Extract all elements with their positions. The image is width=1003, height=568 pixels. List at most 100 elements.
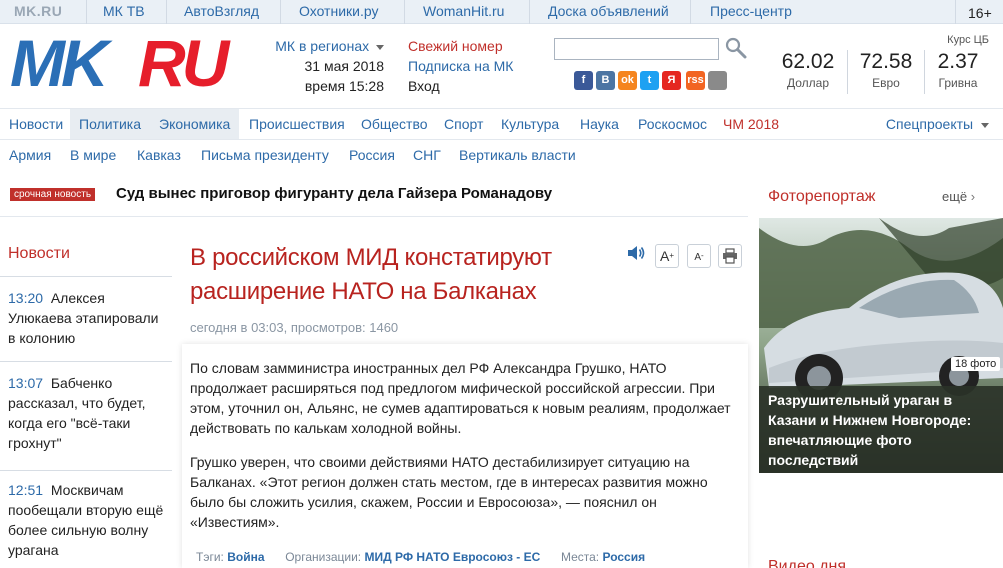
news-text: грохнут": [8, 435, 62, 451]
font-increase-button[interactable]: A+: [655, 244, 679, 268]
text-line: «Известиям».: [190, 514, 280, 530]
vk-icon[interactable]: B: [596, 71, 615, 90]
org-links[interactable]: МИД РФ НАТО Евросоюз - ЕС: [364, 550, 540, 564]
article-title-line: В российском МИД констатируют: [190, 244, 552, 271]
text-line: Балканах. «Этот регион должен стать мест…: [190, 474, 708, 490]
news-text: пообещали вторую ещё: [8, 502, 164, 518]
facebook-icon[interactable]: f: [574, 71, 593, 90]
font-decrease-button[interactable]: A-: [687, 244, 711, 268]
special-projects-label: Спецпроекты: [885, 116, 974, 132]
rate-uah: 2.37 Гривна: [922, 50, 994, 92]
nav-item-incidents[interactable]: Происшествия: [240, 109, 354, 139]
photoreport-more-link[interactable]: ещё ›: [942, 189, 975, 204]
search-input[interactable]: [554, 38, 719, 60]
chevron-right-icon: ›: [970, 189, 976, 204]
nav-item-roscosmos[interactable]: Роскосмос: [629, 109, 716, 139]
news-text: более сильную волну: [8, 522, 149, 538]
yandex-icon[interactable]: Я: [662, 71, 681, 90]
orgs-label: Организации:: [285, 550, 362, 564]
site-link-doska[interactable]: Доска объявлений: [548, 3, 669, 19]
search-button[interactable]: [724, 37, 748, 61]
news-time: 12:51: [8, 482, 44, 498]
text-line: этом, уточнил он, Альянс, не сумев адапт…: [190, 400, 731, 416]
news-text: когда его "всё-таки: [8, 415, 131, 431]
divider: [0, 276, 172, 277]
subscribe-link[interactable]: Подписка на МК: [408, 58, 513, 74]
nav-item-politics[interactable]: Политика: [70, 109, 150, 139]
divider: [847, 50, 848, 94]
site-link-avtovzglyad[interactable]: АвтоВзгляд: [184, 3, 259, 19]
place-link[interactable]: Россия: [602, 550, 645, 564]
printer-icon: [723, 248, 737, 264]
subnav-item-world[interactable]: В мире: [70, 140, 116, 170]
article-paragraph: По словам замминистра иностранных дел РФ…: [190, 358, 742, 438]
news-item[interactable]: 13:20 Алексея Улюкаева этапировали в кол…: [8, 288, 168, 348]
rate-name: Доллар: [786, 76, 830, 90]
regions-dropdown[interactable]: МК в регионах: [275, 38, 369, 54]
nav-item-world-cup[interactable]: ЧМ 2018: [714, 109, 788, 139]
nav-item-science[interactable]: Наука: [571, 109, 628, 139]
subnav-item-russia[interactable]: Россия: [349, 140, 395, 170]
photoreport-caption[interactable]: Разрушительный ураган в Казани и Нижнем …: [768, 390, 990, 470]
site-logo[interactable]: MK RU: [10, 30, 250, 96]
divider: [529, 0, 530, 24]
text-line: действовать по калькам холодной войны.: [190, 420, 462, 436]
rss-icon[interactable]: rss: [686, 71, 705, 90]
nav-item-culture[interactable]: Культура: [492, 109, 568, 139]
site-link-press-center[interactable]: Пресс-центр: [710, 3, 792, 19]
rate-name: Евро: [872, 76, 900, 90]
subnav-item-letters[interactable]: Письма президенту: [201, 140, 329, 170]
rate-value: 62.02: [781, 50, 835, 73]
sub-nav: Армия В мире Кавказ Письма президенту Ро…: [0, 140, 1003, 170]
news-time: 13:20: [8, 290, 44, 306]
article-title-line: расширение НАТО на Балканах: [190, 278, 537, 305]
subnav-item-cis[interactable]: СНГ: [413, 140, 441, 170]
nav-item-society[interactable]: Общество: [352, 109, 437, 139]
text-line: По словам замминистра иностранных дел РФ…: [190, 360, 667, 376]
logo-ru-text: RU: [138, 26, 229, 100]
news-time: 13:07: [8, 375, 44, 391]
print-button[interactable]: [718, 244, 742, 268]
site-link-ohotniki[interactable]: Охотники.ру: [299, 3, 378, 19]
news-text: Бабченко: [50, 375, 113, 391]
news-heading[interactable]: Новости: [8, 245, 70, 263]
nav-item-economy[interactable]: Экономика: [150, 109, 240, 139]
news-item[interactable]: 12:51 Москвичам пообещали вторую ещё бол…: [8, 480, 168, 560]
login-link[interactable]: Вход: [408, 78, 440, 94]
nav-item-news[interactable]: Новости: [0, 109, 72, 139]
site-link-mkru[interactable]: MK.RU: [14, 3, 62, 19]
listen-button[interactable]: [624, 244, 648, 268]
news-text: Москвичам: [50, 482, 124, 498]
nav-item-sport[interactable]: Спорт: [435, 109, 492, 139]
subnav-item-power[interactable]: Вертикаль власти: [459, 140, 576, 170]
minus-icon: -: [701, 251, 704, 260]
plus-icon: +: [669, 251, 674, 260]
article-meta: сегодня в 03:03, просмотров: 1460: [190, 320, 399, 335]
tag-link[interactable]: Война: [227, 550, 264, 564]
article-tags: Тэги: Война Организации: МИД РФ НАТО Евр…: [196, 550, 645, 564]
urgent-news-link[interactable]: Суд вынес приговор фигуранту дела Гайзер…: [116, 184, 552, 204]
news-item[interactable]: 13:07 Бабченко рассказал, что будет, ког…: [8, 373, 168, 453]
subnav-item-caucasus[interactable]: Кавказ: [137, 140, 181, 170]
site-link-womanhit[interactable]: WomanHit.ru: [423, 3, 504, 19]
site-link-mktv[interactable]: МК ТВ: [103, 3, 145, 19]
apple-icon[interactable]: [708, 71, 727, 90]
top-sites-bar: MK.RU МК ТВ АвтоВзгляд Охотники.ру Woman…: [0, 0, 1003, 24]
article-paragraph: Грушко уверен, что своими действиями НАТ…: [190, 452, 742, 532]
search-icon: [725, 37, 747, 59]
twitter-icon[interactable]: t: [640, 71, 659, 90]
news-text: Улюкаева этапировали: [8, 310, 159, 326]
font-decrease-label: A: [694, 252, 701, 263]
subnav-item-army[interactable]: Армия: [9, 140, 51, 170]
places-label: Места:: [560, 550, 600, 564]
article-title: В российском МИД констатируют расширение…: [190, 241, 610, 309]
odnoklassniki-icon[interactable]: ok: [618, 71, 637, 90]
text-line: было бы сложить усилия, скажем, России и…: [190, 494, 657, 510]
fresh-issue-link[interactable]: Свежий номер: [408, 38, 503, 54]
special-projects-dropdown[interactable]: Спецпроекты: [886, 109, 989, 139]
photoreport-heading[interactable]: Фоторепортаж: [768, 188, 875, 206]
divider: [280, 0, 281, 24]
news-text: рассказал, что будет,: [8, 395, 146, 411]
video-heading[interactable]: Видео дня: [768, 558, 846, 568]
rate-name: Гривна: [938, 76, 978, 90]
